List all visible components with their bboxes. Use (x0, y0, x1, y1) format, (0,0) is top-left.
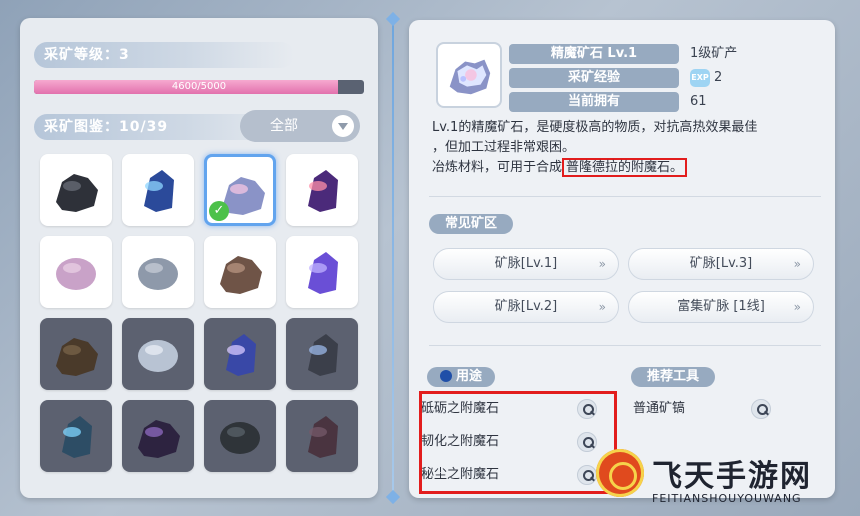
checkmark-icon: ✓ (209, 201, 229, 221)
double-chevron-icon: » (598, 257, 606, 271)
uses-title-text: 用途 (455, 369, 482, 384)
ore-slot-black-ore[interactable] (40, 154, 112, 226)
tool-item-1[interactable]: 普通矿镐 (633, 396, 779, 422)
dark-crystal-ore-icon (308, 334, 338, 376)
search-icon[interactable] (751, 399, 771, 419)
owned-label: 当前拥有 (509, 92, 679, 112)
desc-line-1: Lv.1的精魔矿石，是硬度极高的物质，对抗高热效果最佳 (432, 120, 758, 135)
region-button-3[interactable]: 矿脉[Lv.2] » (433, 291, 619, 323)
ore-slot-silver-stone[interactable] (122, 318, 194, 390)
indigo-crystal-icon (226, 334, 256, 376)
ore-description: Lv.1的精魔矿石，是硬度极高的物质，对抗高热效果最佳 ，但加工过程非常艰困。 … (432, 118, 822, 178)
region-label: 富集矿脉 [1线] (677, 299, 765, 314)
ore-slot-violet-crystal[interactable] (286, 236, 358, 308)
region-button-4[interactable]: 富集矿脉 [1线] » (628, 291, 814, 323)
ore-slot-brown-ore[interactable] (204, 236, 276, 308)
ore-slot-fine-magic-ore[interactable]: ✓ (204, 154, 276, 226)
uses-title: 用途 (427, 367, 495, 387)
ore-slot-dark-brown-ore[interactable] (40, 318, 112, 390)
codex-value: 10/39 (119, 119, 169, 135)
fine-magic-ore-icon (449, 59, 491, 95)
pink-stone-icon (56, 258, 96, 290)
ore-thumbnail (436, 42, 502, 108)
chevron-down-icon (332, 115, 354, 137)
progress-text: 4600/5000 (171, 81, 227, 92)
common-regions-title: 常见矿区 (429, 214, 513, 234)
mining-exp-progress-bar: 4600/5000 (34, 80, 364, 94)
gray-stone-icon (138, 258, 178, 290)
desc-line-3-wrap: 冶炼材料，可用于合成 普隆德拉的附魔石。 (432, 158, 822, 178)
black-ore-icon (56, 174, 98, 212)
ore-slot-indigo-crystal[interactable] (204, 318, 276, 390)
watermark-subtitle: FEITIANSHOUYOUWANG (652, 492, 802, 505)
ore-slot-purple-crystal-ore[interactable] (286, 154, 358, 226)
mining-exp-value-wrap: EXP 2 (690, 68, 722, 88)
silver-stone-icon (138, 340, 178, 372)
mining-exp-value: 2 (714, 70, 723, 85)
owned-value: 61 (690, 94, 707, 109)
tool-item-label: 普通矿镐 (633, 401, 686, 416)
region-label: 矿脉[Lv.2] (494, 299, 558, 314)
hammer-icon (439, 370, 452, 382)
region-label: 矿脉[Lv.3] (689, 256, 753, 271)
dark-purple-ore-icon (138, 420, 180, 458)
mining-level: 采矿等级：3 (34, 42, 294, 68)
double-chevron-icon: » (598, 300, 606, 314)
teal-crystal-ore-icon (62, 416, 92, 458)
desc-line-2: ，但加工过程非常艰困。 (432, 140, 576, 155)
watermark-logo (596, 449, 644, 497)
ore-slot-plum-stone[interactable] (286, 400, 358, 472)
charcoal-stone-icon (220, 422, 260, 454)
region-button-1[interactable]: 矿脉[Lv.1] » (433, 248, 619, 280)
desc-highlight: 普隆德拉的附魔石。 (562, 158, 688, 177)
panel-divider (392, 18, 394, 498)
region-button-2[interactable]: 矿脉[Lv.3] » (628, 248, 814, 280)
ore-tier-value: 1级矿产 (690, 46, 738, 61)
filter-label: 全部 (270, 118, 298, 134)
dark-brown-ore-icon (56, 338, 98, 376)
ore-slot-charcoal-stone[interactable] (204, 400, 276, 472)
section-divider (429, 345, 821, 346)
desc-line-3: 冶炼材料，可用于合成 (432, 160, 563, 175)
ore-slot-dark-crystal-ore[interactable] (286, 318, 358, 390)
watermark-title: 飞天手游网 (652, 459, 812, 494)
double-chevron-icon: » (793, 300, 801, 314)
mining-exp-label: 采矿经验 (509, 68, 679, 88)
codex-label: 采矿图鉴： (44, 119, 119, 135)
region-label: 矿脉[Lv.1] (494, 256, 558, 271)
brown-ore-icon (220, 256, 262, 294)
ore-slot-pink-stone[interactable] (40, 236, 112, 308)
ore-grid: ✓ (40, 154, 358, 472)
purple-crystal-ore-icon (308, 170, 338, 212)
plum-stone-icon (308, 416, 338, 458)
ore-slot-teal-crystal-ore[interactable] (40, 400, 112, 472)
uses-highlight-box (419, 391, 617, 494)
double-chevron-icon: » (793, 257, 801, 271)
mining-level-value: 3 (119, 47, 130, 63)
blue-crystal-ore-icon (144, 170, 174, 212)
exp-star-icon: EXP (690, 68, 710, 87)
recommended-tools-title: 推荐工具 (631, 367, 715, 387)
mining-codex-panel: 采矿等级：3 4600/5000 采矿图鉴：10/39 全部 ✓ (20, 18, 378, 498)
ore-name-label: 精魔矿石 Lv.1 (509, 44, 679, 64)
filter-dropdown[interactable]: 全部 (240, 110, 360, 142)
violet-crystal-icon (308, 252, 338, 294)
ore-slot-blue-crystal-ore[interactable] (122, 154, 194, 226)
mining-level-label: 采矿等级： (44, 47, 119, 63)
section-divider (429, 196, 821, 197)
ore-slot-dark-purple-ore[interactable] (122, 400, 194, 472)
ore-slot-gray-stone[interactable] (122, 236, 194, 308)
